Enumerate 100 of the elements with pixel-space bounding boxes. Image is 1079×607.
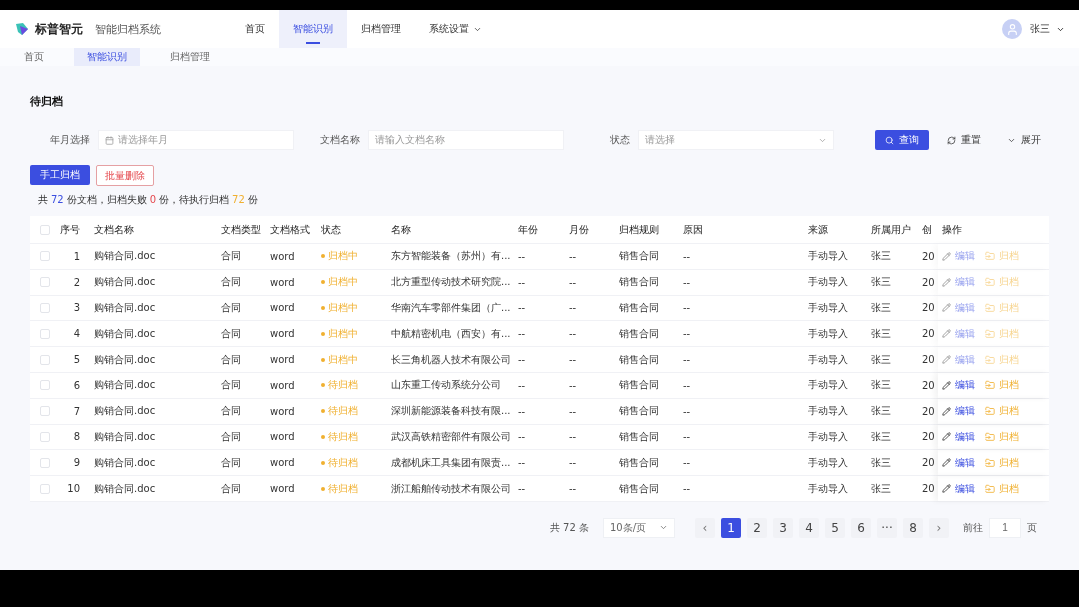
page-button[interactable]: 2 xyxy=(747,517,767,538)
status-label: 待归档 xyxy=(317,481,387,496)
manual-archive-button[interactable]: 手工归档 xyxy=(30,165,90,185)
next-page-button[interactable]: › xyxy=(929,517,949,538)
folder-icon xyxy=(985,457,995,468)
edit-button[interactable]: 编辑 xyxy=(942,481,975,496)
page-input[interactable]: 1 xyxy=(989,517,1021,538)
nav-item[interactable]: 首页 xyxy=(231,10,279,48)
avatar-icon[interactable] xyxy=(1002,19,1022,39)
edit-button[interactable]: 编辑 xyxy=(942,429,975,444)
status-label: 归档中 xyxy=(317,249,387,264)
status-label: 待归档 xyxy=(317,455,387,470)
tab[interactable]: 归档管理 xyxy=(160,48,220,66)
table-cell-text: 北方重型传动技术研究院... xyxy=(390,275,512,290)
folder-icon xyxy=(985,406,995,417)
table-cell-text: 张三 xyxy=(870,378,892,393)
table-cell-text: word xyxy=(269,457,296,469)
table-cell-text: 销售合同 xyxy=(618,249,660,264)
page-button[interactable]: 6 xyxy=(851,517,871,538)
page-button[interactable]: 5 xyxy=(825,517,845,538)
checkbox[interactable] xyxy=(40,277,50,288)
table-cell-text: 销售合同 xyxy=(618,378,660,393)
filter-label: 状态 xyxy=(609,133,630,147)
checkbox[interactable] xyxy=(40,380,50,391)
pencil-icon xyxy=(942,251,951,261)
table-cell-text: 销售合同 xyxy=(618,429,660,444)
pencil-icon xyxy=(942,380,951,390)
column-header: 原因 xyxy=(682,222,704,237)
table-cell-text: 购销合同.doc xyxy=(93,404,157,419)
refresh-icon xyxy=(947,135,956,145)
tab[interactable]: 智能识别 xyxy=(74,48,140,66)
table-cell-text: word xyxy=(269,276,296,288)
page-button[interactable]: 4 xyxy=(799,517,819,538)
table-cell-text: 合同 xyxy=(220,301,242,315)
table-cell-text: -- xyxy=(682,379,692,391)
checkbox[interactable] xyxy=(40,406,50,417)
table-cell-text: 7 xyxy=(72,405,81,417)
page-button[interactable]: 3 xyxy=(773,517,793,538)
checkbox[interactable] xyxy=(40,483,50,494)
nav-item[interactable]: 归档管理 xyxy=(347,10,415,48)
expand-button[interactable]: 展开 xyxy=(999,130,1049,150)
nav-item[interactable]: 智能识别 xyxy=(279,10,347,48)
tab[interactable]: 首页 xyxy=(14,48,54,66)
status-label: 待归档 xyxy=(317,404,387,419)
checkbox[interactable] xyxy=(40,251,50,262)
checkbox[interactable] xyxy=(40,354,50,365)
checkbox[interactable] xyxy=(40,303,50,313)
table-cell-text: 10 xyxy=(66,483,81,495)
column-header: 归档规则 xyxy=(618,222,660,237)
checkbox[interactable] xyxy=(40,431,50,442)
column-header: 年份 xyxy=(517,222,539,237)
table-cell-text: 销售合同 xyxy=(618,481,660,496)
batch-delete-button[interactable]: 批量删除 xyxy=(96,165,154,186)
table-cell-text: 手动导入 xyxy=(807,378,849,393)
page-button[interactable]: 1 xyxy=(721,517,741,538)
edit-button[interactable]: 编辑 xyxy=(942,455,975,470)
table-cell-text: -- xyxy=(682,483,692,495)
table-cell-text: 张三 xyxy=(870,404,892,419)
table-cell-text: word xyxy=(269,431,296,443)
column-header: 操作 xyxy=(941,222,963,237)
table-cell-text: 手动导入 xyxy=(807,301,849,315)
column-header: 文档类型 xyxy=(220,222,262,237)
page-size-select[interactable]: 10条/页 xyxy=(603,517,675,538)
checkbox[interactable] xyxy=(40,328,50,339)
column-header: 来源 xyxy=(807,222,829,237)
nav-item[interactable]: 系统设置 xyxy=(415,10,496,48)
table-cell-text: -- xyxy=(568,379,578,391)
status-label: 待归档 xyxy=(317,378,387,393)
calendar-icon xyxy=(105,135,114,145)
filter-label: 年月选择 xyxy=(49,133,90,147)
pencil-icon xyxy=(942,277,951,287)
table-cell-text: word xyxy=(269,483,296,495)
table-cell-text: 购销合同.doc xyxy=(93,301,157,315)
reset-button[interactable]: 重置 xyxy=(939,130,989,150)
table-cell-text: -- xyxy=(568,302,578,314)
search-button[interactable]: 查询 xyxy=(875,130,929,150)
table-cell-text: -- xyxy=(568,354,578,366)
page-button[interactable]: 8 xyxy=(903,517,923,538)
prev-page-button[interactable]: ‹ xyxy=(695,517,715,538)
edit-button[interactable]: 编辑 xyxy=(942,404,975,419)
table-cell-text: 20 xyxy=(921,379,936,391)
status-label: 待归档 xyxy=(317,429,387,444)
folder-icon xyxy=(985,483,995,494)
table-cell-text: 张三 xyxy=(870,249,892,264)
user-name[interactable]: 张三 xyxy=(1030,22,1050,36)
edit-button[interactable]: 编辑 xyxy=(942,378,975,393)
table-cell-text: 6 xyxy=(72,379,81,391)
table-cell-text: 张三 xyxy=(870,326,892,341)
folder-icon xyxy=(985,354,995,365)
table-cell-text: 手动导入 xyxy=(807,352,849,367)
table-cell-text: 浙江船舶传动技术有限公司 xyxy=(390,481,512,496)
table-cell-text: 4 xyxy=(72,328,81,340)
page-button[interactable]: ··· xyxy=(877,517,897,538)
checkbox[interactable] xyxy=(40,224,50,235)
table-cell-text: 合同 xyxy=(220,326,242,341)
checkbox[interactable] xyxy=(40,457,50,468)
total-count: 共 72 条 xyxy=(549,520,589,535)
table-cell-text: 购销合同.doc xyxy=(93,481,157,496)
table-cell-text: word xyxy=(269,302,296,314)
table-cell-text: 张三 xyxy=(870,429,892,444)
